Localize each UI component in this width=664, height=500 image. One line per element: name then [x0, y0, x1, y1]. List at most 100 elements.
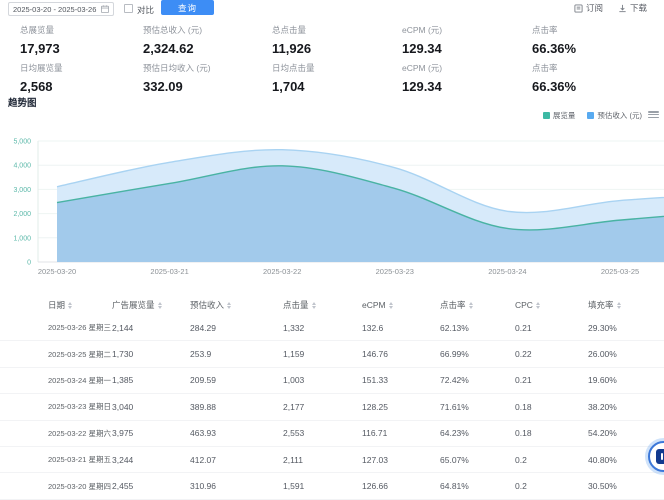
trend-chart[interactable]: 01,0002,0003,0004,0005,0002025-03-202025…: [0, 130, 664, 282]
chart-menu-icon[interactable]: [648, 110, 659, 119]
table-cell: 66.99%: [440, 349, 515, 359]
help-logo-icon: [656, 449, 664, 464]
table-body: 2025-03-26 星期三2,144284.291,332132.662.13…: [0, 315, 664, 500]
table-cell: 3,244: [112, 455, 190, 465]
table-cell: 2025-03-26 星期三: [48, 322, 112, 333]
svg-text:2025-03-20: 2025-03-20: [38, 267, 76, 276]
stat-daily-clicks: 日均点击量 1,704: [272, 62, 392, 94]
table-cell: 0.2: [515, 455, 588, 465]
table-header-impressions[interactable]: 广告展览量: [112, 299, 190, 311]
table-row: 2025-03-21 星期五3,244412.072,111127.0365.0…: [0, 447, 664, 473]
table-cell: 64.23%: [440, 428, 515, 438]
table-cell: 1,385: [112, 375, 190, 385]
chart-legend: 展览量 预估收入 (元): [543, 110, 642, 121]
stat-total-clicks: 总点击量 11,926: [272, 24, 392, 56]
download-button[interactable]: 下载: [618, 2, 647, 14]
table-cell: 132.6: [362, 323, 440, 333]
table-header-clicks[interactable]: 点击量: [283, 299, 362, 311]
table-cell: 0.18: [515, 402, 588, 412]
sort-icon[interactable]: [469, 302, 473, 309]
sort-icon[interactable]: [227, 302, 231, 309]
compare-label[interactable]: 对比: [137, 4, 154, 16]
table-cell: 2025-03-25 星期二: [48, 349, 112, 360]
svg-text:1,000: 1,000: [13, 235, 31, 242]
sort-icon[interactable]: [312, 302, 316, 309]
table-cell: 3,975: [112, 428, 190, 438]
table-cell: 284.29: [190, 323, 283, 333]
table-cell: 19.60%: [588, 375, 664, 385]
sort-icon[interactable]: [389, 302, 393, 309]
download-label: 下载: [630, 2, 647, 14]
stat-value: 2,324.62: [143, 41, 263, 56]
stat-value: 1,704: [272, 79, 392, 94]
table-cell: 0.22: [515, 349, 588, 359]
stat-label: 总展览量: [20, 24, 140, 36]
table-row: 2025-03-25 星期二1,730253.91,159146.7666.99…: [0, 341, 664, 367]
table-cell: 72.42%: [440, 375, 515, 385]
table-cell: 2,111: [283, 455, 362, 465]
table-header-cpc[interactable]: CPC: [515, 300, 588, 310]
table-cell: 2025-03-22 星期六: [48, 428, 112, 439]
table-cell: 310.96: [190, 481, 283, 491]
sort-icon[interactable]: [68, 302, 72, 309]
table-cell: 2025-03-21 星期五: [48, 454, 112, 465]
table-cell: 1,591: [283, 481, 362, 491]
table-cell: 1,003: [283, 375, 362, 385]
table-row: 2025-03-20 星期四2,455310.961,591126.6664.8…: [0, 473, 664, 499]
date-range-value: 2025-03-20 - 2025-03-26: [13, 5, 97, 14]
sort-icon[interactable]: [536, 302, 540, 309]
svg-text:4,000: 4,000: [13, 163, 31, 170]
table-row: 2025-03-26 星期三2,144284.291,332132.662.13…: [0, 315, 664, 341]
table-cell: 253.9: [190, 349, 283, 359]
table-header-fillrate[interactable]: 填充率: [588, 299, 664, 311]
stat-value: 17,973: [20, 41, 140, 56]
table-cell: 26.00%: [588, 349, 664, 359]
table-cell: 128.25: [362, 402, 440, 412]
subscribe-icon: [574, 4, 583, 13]
stat-value: 332.09: [143, 79, 263, 94]
query-button[interactable]: 查询: [161, 0, 214, 15]
svg-text:2,000: 2,000: [13, 211, 31, 218]
compare-checkbox[interactable]: [124, 4, 133, 13]
table-header-date[interactable]: 日期: [48, 299, 112, 311]
table-cell: 2025-03-20 星期四: [48, 481, 112, 492]
stat-daily-revenue: 预估日均收入 (元) 332.09: [143, 62, 263, 94]
calendar-icon: [101, 5, 109, 13]
table-cell: 38.20%: [588, 402, 664, 412]
stat-label: eCPM (元): [402, 62, 522, 74]
stat-value: 2,568: [20, 79, 140, 94]
table-cell: 412.07: [190, 455, 283, 465]
stat-label: 点击率: [532, 24, 652, 36]
sort-icon[interactable]: [158, 302, 162, 309]
stat-value: 66.36%: [532, 41, 652, 56]
table-cell: 209.59: [190, 375, 283, 385]
table-header-revenue[interactable]: 预估收入: [190, 299, 283, 311]
stat-value: 129.34: [402, 79, 522, 94]
stat-total-revenue: 预估总收入 (元) 2,324.62: [143, 24, 263, 56]
svg-text:5,000: 5,000: [13, 139, 31, 146]
stat-value: 66.36%: [532, 79, 652, 94]
table-cell: 127.03: [362, 455, 440, 465]
table-header-ecpm[interactable]: eCPM: [362, 300, 440, 310]
svg-text:2025-03-24: 2025-03-24: [488, 267, 526, 276]
sort-icon[interactable]: [617, 302, 621, 309]
svg-text:2025-03-22: 2025-03-22: [263, 267, 301, 276]
table-cell: 0.21: [515, 375, 588, 385]
stat-label: 日均点击量: [272, 62, 392, 74]
svg-text:2025-03-23: 2025-03-23: [376, 267, 414, 276]
table-header-ctr[interactable]: 点击率: [440, 299, 515, 311]
subscribe-button[interactable]: 订阅: [574, 2, 603, 14]
stat-value: 129.34: [402, 41, 522, 56]
svg-text:3,000: 3,000: [13, 187, 31, 194]
legend-swatch-revenue: [587, 112, 594, 119]
table-cell: 116.71: [362, 428, 440, 438]
date-range-picker[interactable]: 2025-03-20 - 2025-03-26: [8, 2, 114, 16]
legend-item-impressions[interactable]: 展览量: [543, 110, 576, 121]
trend-section-title: 趋势图: [8, 95, 37, 109]
table-cell: 151.33: [362, 375, 440, 385]
table-cell: 1,332: [283, 323, 362, 333]
stat-label: 总点击量: [272, 24, 392, 36]
legend-item-revenue[interactable]: 预估收入 (元): [587, 110, 642, 121]
table-cell: 2,177: [283, 402, 362, 412]
stat-daily-impressions: 日均展览量 2,568: [20, 62, 140, 94]
